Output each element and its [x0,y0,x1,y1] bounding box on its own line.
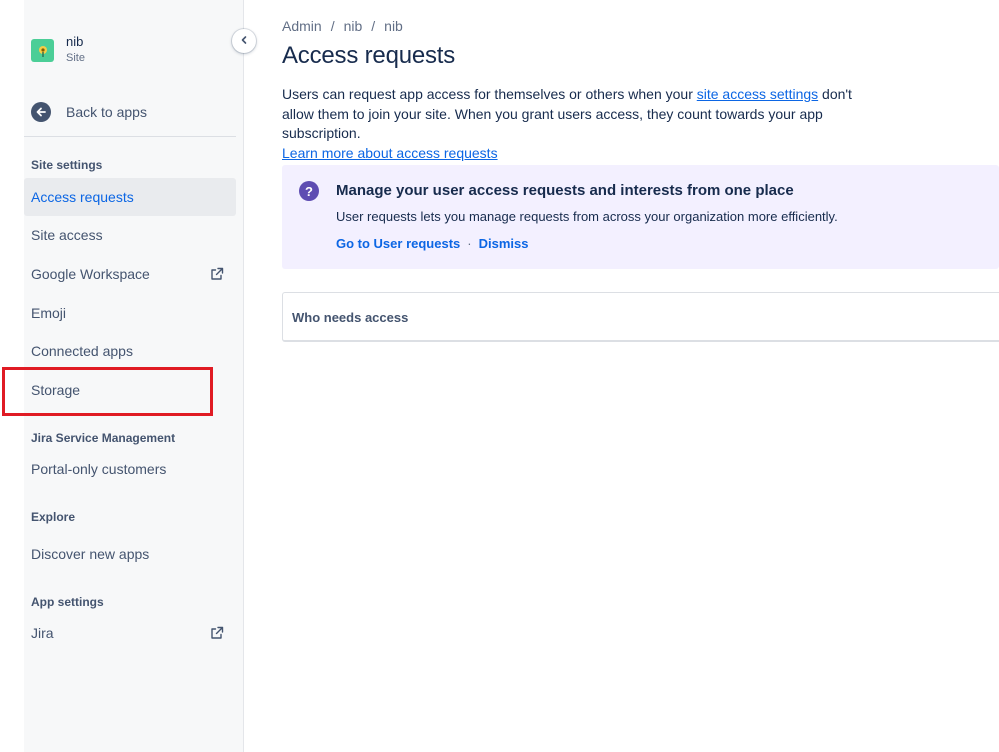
external-link-icon [210,626,224,643]
back-to-apps-button[interactable]: Back to apps [31,100,236,124]
dismiss-button[interactable]: Dismiss [479,236,529,251]
site-access-settings-link[interactable]: site access settings [697,86,818,102]
sidebar-item-label: Site access [31,227,103,243]
sidebar-item-label: Access requests [31,189,134,205]
intro-text-part1: Users can request app access for themsel… [282,86,697,102]
collapse-sidebar-button[interactable] [232,29,256,53]
breadcrumb-admin[interactable]: Admin [282,18,322,34]
breadcrumb-site[interactable]: nib [384,18,403,34]
learn-more-link[interactable]: Learn more about access requests [282,145,498,161]
section-title-jira-service-management: Jira Service Management [31,431,176,445]
breadcrumb-separator: / [330,18,335,34]
sidebar-item-emoji[interactable]: Emoji [24,294,236,332]
breadcrumb: Admin / nib / nib [282,18,403,34]
who-needs-access-table: Who needs access [282,292,999,342]
chevron-left-icon [239,32,249,50]
site-name: nib [66,34,84,49]
who-needs-access-header: Who needs access [292,310,409,325]
info-banner-title: Manage your user access requests and int… [336,182,794,199]
section-title-explore: Explore [31,510,76,524]
external-link-icon [210,267,224,284]
sidebar-item-connected-apps[interactable]: Connected apps [24,332,236,370]
sidebar-item-label: Discover new apps [31,546,150,562]
sidebar-divider [24,136,236,137]
intro-text: Users can request app access for themsel… [282,85,882,163]
sidebar-item-jira[interactable]: Jira [24,614,236,652]
page-title: Access requests [282,42,456,69]
sidebar-item-label: Connected apps [31,343,133,359]
breadcrumb-separator: / [371,18,376,34]
go-to-user-requests-button[interactable]: Go to User requests [336,236,460,251]
site-type: Site [66,52,85,64]
main-content: Admin / nib / nib Access requests Users … [282,0,999,752]
site-switcher[interactable]: nib Site [31,34,85,66]
sidebar-item-label: Jira [31,625,54,641]
storage-highlight-annotation [2,367,213,416]
question-circle-icon: ? [299,181,319,201]
info-banner-actions: Go to User requests · Dismiss [336,236,528,251]
sidebar-item-google-workspace[interactable]: Google Workspace [24,255,236,293]
sidebar-item-label: Emoji [31,305,67,321]
breadcrumb-org[interactable]: nib [344,18,363,34]
sidebar-item-access-requests[interactable]: Access requests [24,178,236,216]
arrow-left-icon [31,102,51,122]
sidebar-item-site-access[interactable]: Site access [24,216,236,254]
info-banner-description: User requests lets you manage requests f… [336,209,838,224]
sidebar-item-discover-new-apps[interactable]: Discover new apps [24,535,236,573]
sidebar-item-portal-only-customers[interactable]: Portal-only customers [24,450,236,488]
info-banner: ? Manage your user access requests and i… [282,165,999,269]
section-title-site-settings: Site settings [31,158,103,172]
sidebar-item-label: Portal-only customers [31,461,167,477]
section-title-app-settings: App settings [31,595,104,609]
site-logo-icon [31,38,54,62]
back-to-apps-label: Back to apps [66,104,147,120]
action-separator: · [467,236,472,251]
sidebar-item-label: Google Workspace [31,266,150,282]
